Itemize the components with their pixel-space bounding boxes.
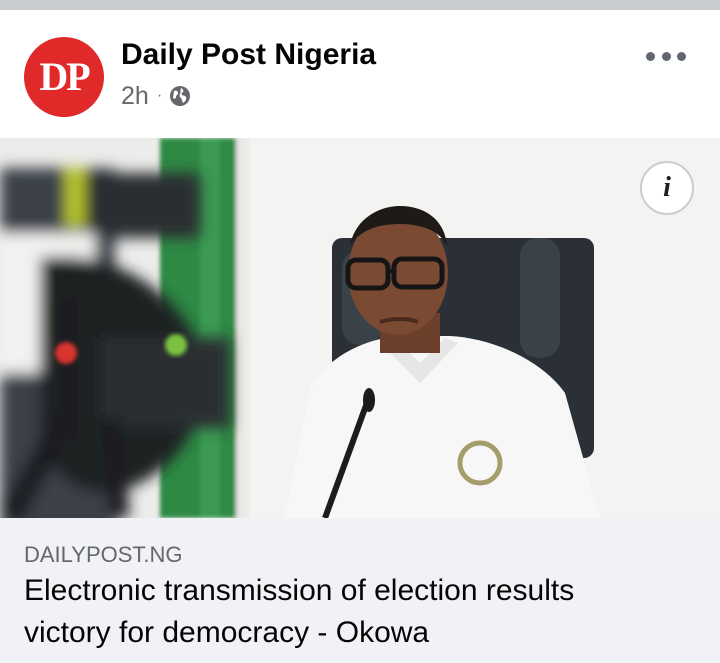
page-avatar[interactable]: DP xyxy=(24,37,104,117)
globe-icon xyxy=(170,86,191,106)
info-button[interactable]: i xyxy=(640,161,694,215)
more-dot xyxy=(646,51,655,61)
post-header: DP Daily Post Nigeria 2h · xyxy=(0,10,720,138)
link-title[interactable]: Electronic transmission of election resu… xyxy=(24,570,664,654)
avatar-initials: DP xyxy=(39,54,90,99)
more-dot xyxy=(677,51,686,61)
meta-separator: · xyxy=(156,87,163,104)
page-name[interactable]: Daily Post Nigeria xyxy=(121,38,376,71)
post-timestamp[interactable]: 2h xyxy=(121,82,149,111)
post-meta: 2h · xyxy=(121,82,192,110)
post-image[interactable]: i xyxy=(0,138,720,518)
link-domain: DAILYPOST.NG xyxy=(24,542,183,567)
link-preview[interactable]: DAILYPOST.NG Electronic transmission of … xyxy=(0,518,720,663)
more-options-icon[interactable] xyxy=(646,48,686,64)
post-photo xyxy=(0,138,720,518)
feed-divider xyxy=(0,0,720,10)
more-dot xyxy=(661,51,671,61)
